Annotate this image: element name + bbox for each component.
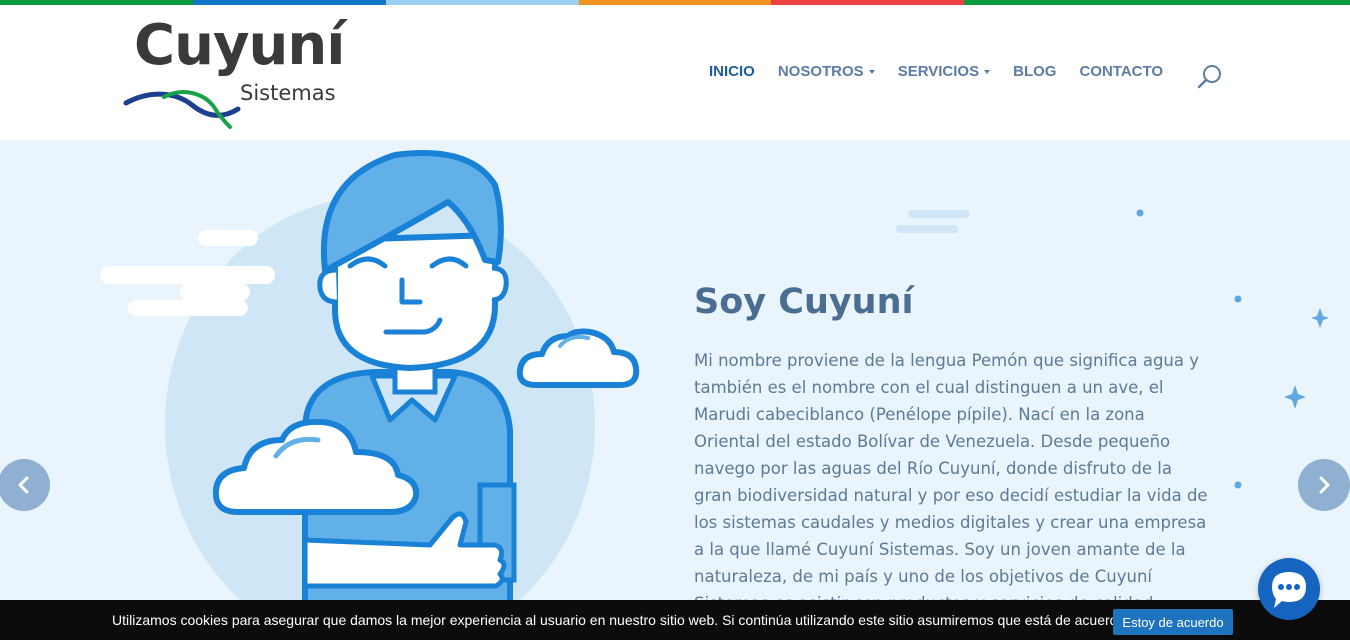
main-nav: INICIO NOSOTROS SERVICIOS BLOG CONTACTO	[709, 63, 1186, 80]
background-cloud-right	[896, 210, 970, 233]
nav-item-label: SERVICIOS	[897, 63, 980, 80]
nav-item-contacto[interactable]: CONTACTO	[1079, 63, 1163, 80]
nav-item-label: CONTACTO	[1079, 63, 1164, 80]
hero-slider: Soy Cuyuní Mi nombre proviene de la leng…	[0, 140, 1350, 640]
search-icon[interactable]	[1196, 63, 1224, 91]
hero-description: Mi nombre proviene de la lengua Pemón qu…	[694, 351, 1208, 613]
caret-down-icon	[868, 69, 875, 74]
person-ear-right	[491, 265, 509, 303]
logo-wave-icon	[123, 90, 241, 129]
logo-wordmark: Cuyuní	[134, 13, 345, 78]
chat-bubble-icon	[1272, 572, 1306, 608]
nav-item-inicio[interactable]: INICIO	[709, 63, 755, 80]
slider-next-button[interactable]	[1298, 459, 1350, 511]
sparkle-icons	[1284, 308, 1329, 409]
nav-item-label: BLOG	[1013, 63, 1057, 80]
hero-title: Soy Cuyuní	[694, 282, 914, 322]
chat-button[interactable]	[1258, 558, 1320, 620]
nav-item-blog[interactable]: BLOG	[1013, 63, 1056, 80]
site-logo[interactable]: Cuyuní Sistemas	[122, 15, 362, 135]
chevron-right-icon	[1319, 476, 1330, 494]
nav-item-nosotros[interactable]: NOSOTROS	[778, 63, 875, 80]
cookie-message: Utilizamos cookies para asegurar que dam…	[112, 612, 1130, 628]
site-header: Cuyuní Sistemas INICIO NOSOTROS SERVICIO…	[0, 5, 1350, 140]
slider-prev-button[interactable]	[0, 459, 50, 511]
logo-tagline: Sistemas	[240, 81, 336, 105]
chevron-left-icon	[18, 476, 29, 494]
person-ear-left	[317, 267, 338, 305]
nav-item-label: NOSOTROS	[777, 63, 864, 80]
nav-item-label: INICIO	[709, 63, 755, 80]
nav-item-servicios[interactable]: SERVICIOS	[897, 63, 991, 80]
caret-down-icon	[984, 69, 991, 74]
cookie-accept-button[interactable]: Estoy de acuerdo	[1113, 609, 1233, 635]
